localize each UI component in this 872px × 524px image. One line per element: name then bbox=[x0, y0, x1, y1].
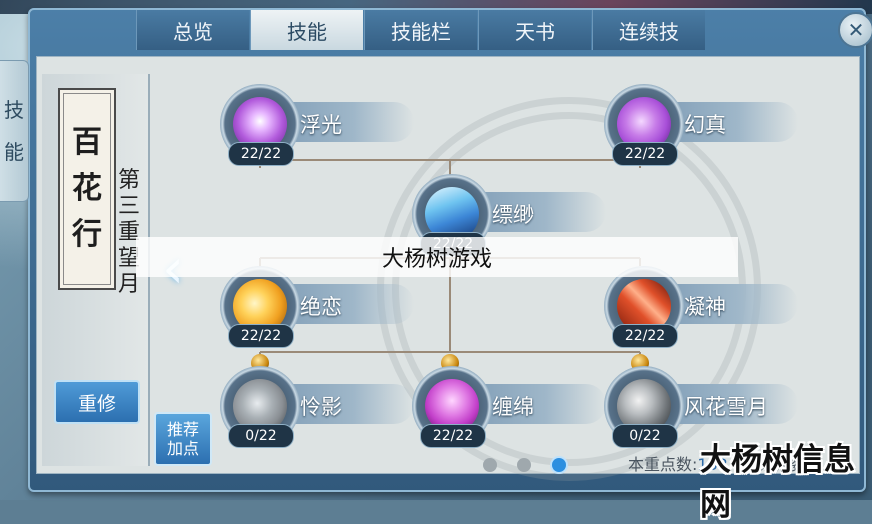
tab-bar: 总览 技能 技能栏 天书 连续技 bbox=[136, 10, 842, 50]
skill-node-ningshen[interactable]: 凝神 22/22 bbox=[604, 266, 804, 348]
tier-char: 三 bbox=[117, 194, 140, 219]
retrain-button[interactable]: 重修 bbox=[54, 380, 140, 424]
site-logo-watermark: 大杨树信息网 bbox=[700, 442, 855, 523]
skill-name: 怜影 bbox=[300, 395, 342, 419]
skill-level: 0/22 bbox=[228, 424, 294, 448]
side-tab-char-1: 技 bbox=[4, 98, 24, 122]
tab-skill-bar[interactable]: 技能栏 bbox=[364, 10, 477, 50]
school-name-char: 花 bbox=[72, 171, 102, 206]
close-icon: ✕ bbox=[847, 18, 865, 42]
tier-label: 第 三 重 望 月 bbox=[116, 168, 142, 298]
skill-name: 浮光 bbox=[300, 113, 342, 137]
side-tab-skills[interactable]: 技 能 bbox=[0, 60, 29, 202]
skill-node-chanmian[interactable]: 缠绵 22/22 bbox=[412, 366, 612, 448]
skill-name: 风花雪月 bbox=[684, 395, 768, 419]
school-name-char: 百 bbox=[72, 125, 102, 160]
tab-heaven-book[interactable]: 天书 bbox=[478, 10, 591, 50]
watermark-banner: 大杨树游戏 bbox=[136, 237, 738, 277]
tab-skills[interactable]: 技能 bbox=[250, 10, 363, 50]
skill-name: 绝恋 bbox=[300, 295, 342, 319]
skill-level: 0/22 bbox=[612, 424, 678, 448]
tier-char: 第 bbox=[117, 168, 140, 193]
school-name-scroll: 百 花 行 bbox=[58, 88, 116, 290]
page-dot-1[interactable] bbox=[483, 458, 497, 472]
skill-node-fuguang[interactable]: 浮光 22/22 bbox=[220, 84, 420, 166]
spent-points-label: 本重点数: bbox=[628, 455, 698, 474]
tab-combo[interactable]: 连续技 bbox=[592, 10, 705, 50]
skill-level: 22/22 bbox=[228, 324, 294, 348]
recommend-line-2: 加点 bbox=[166, 439, 199, 458]
close-button[interactable]: ✕ bbox=[838, 12, 872, 48]
skill-name: 缠绵 bbox=[492, 395, 534, 419]
page-dot-2[interactable] bbox=[517, 458, 531, 472]
recommend-line-1: 推荐 bbox=[166, 420, 199, 439]
skill-level: 22/22 bbox=[612, 142, 678, 166]
tab-overview[interactable]: 总览 bbox=[136, 10, 249, 50]
side-tab-char-2: 能 bbox=[4, 140, 24, 164]
skill-name: 缥缈 bbox=[492, 203, 534, 227]
skill-name: 凝神 bbox=[684, 295, 726, 319]
watermark-text: 大杨树游戏 bbox=[381, 247, 492, 272]
school-name-char: 行 bbox=[72, 217, 102, 252]
skill-node-huanzhen[interactable]: 幻真 22/22 bbox=[604, 84, 804, 166]
page-dot-3[interactable] bbox=[552, 458, 566, 472]
skill-level: 22/22 bbox=[228, 142, 294, 166]
skill-name: 幻真 bbox=[684, 113, 726, 137]
recommend-points-button[interactable]: 推荐 加点 bbox=[154, 412, 212, 466]
skill-node-lianying[interactable]: 怜影 0/22 bbox=[220, 366, 420, 448]
skill-level: 22/22 bbox=[420, 424, 486, 448]
skill-level: 22/22 bbox=[612, 324, 678, 348]
skill-node-juelian[interactable]: 绝恋 22/22 bbox=[220, 266, 420, 348]
